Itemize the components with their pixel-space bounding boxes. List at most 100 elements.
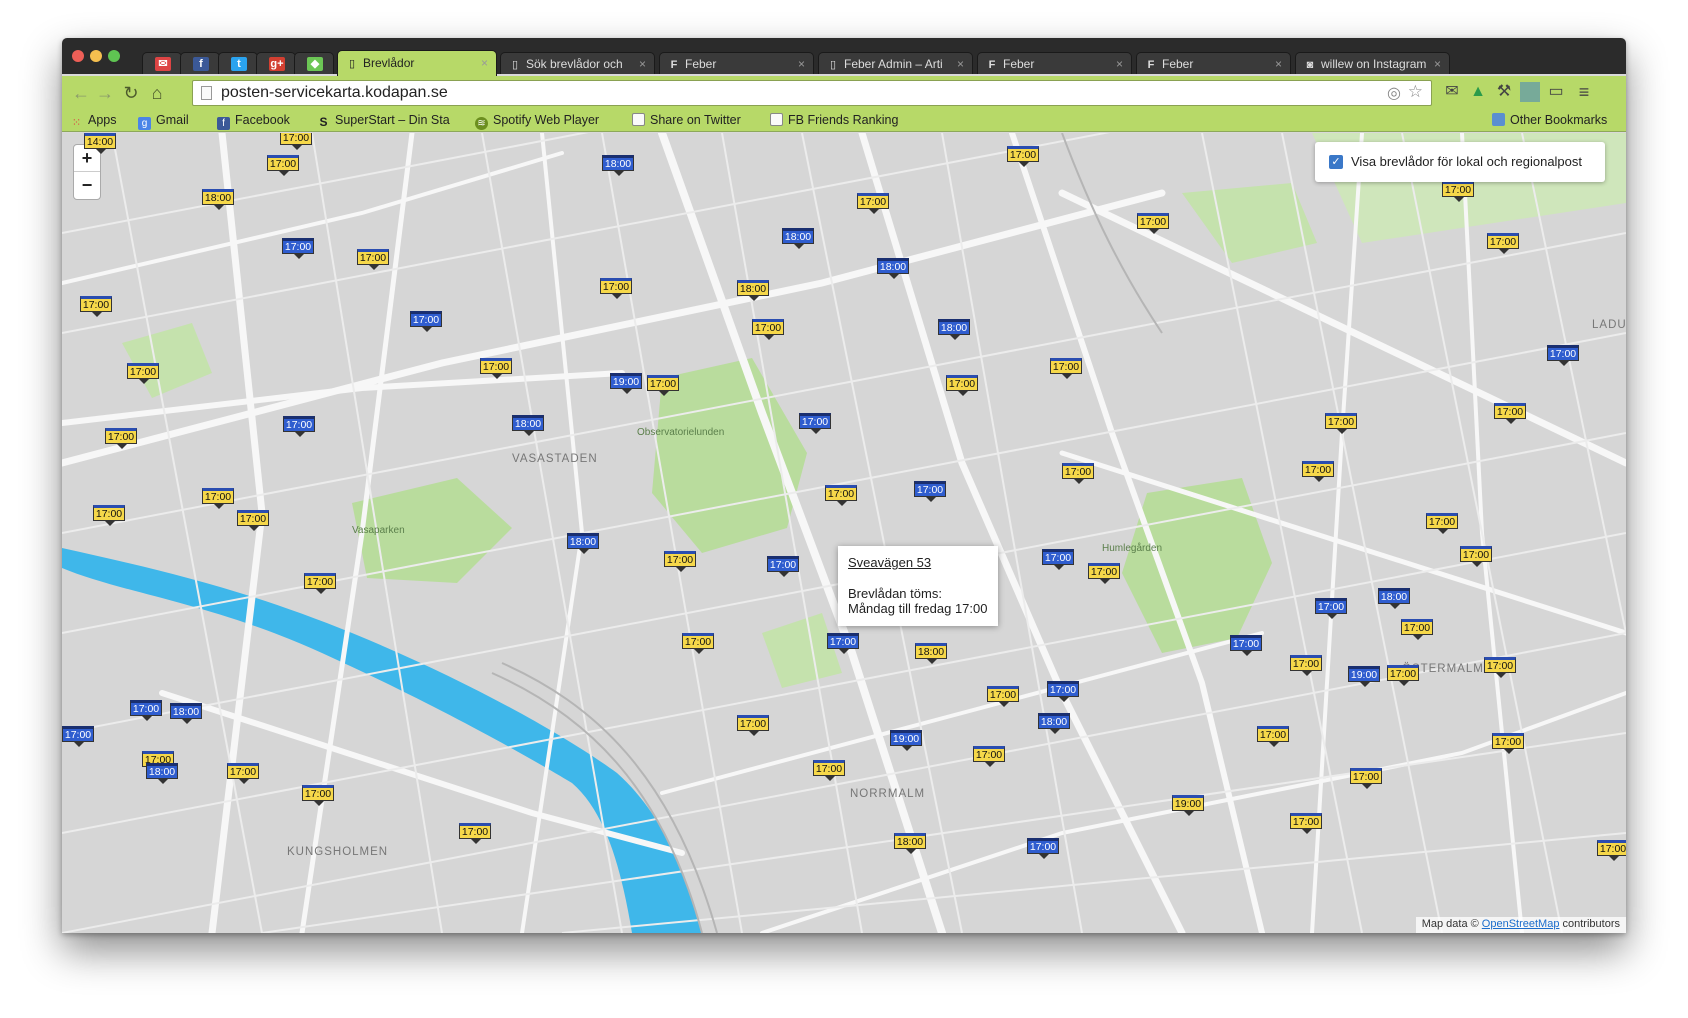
mailbox-marker[interactable]: 18:00 [602, 155, 634, 176]
mailbox-marker[interactable]: 17:00 [1350, 768, 1382, 789]
mailbox-marker[interactable]: 17:00 [80, 296, 112, 317]
minimize-window-button[interactable] [90, 50, 102, 62]
mailbox-marker[interactable]: 17:00 [410, 311, 442, 332]
mailbox-marker[interactable]: 17:00 [1047, 681, 1079, 702]
mailbox-marker[interactable]: 17:00 [827, 633, 859, 654]
tab-feber-admin[interactable]: ▯ Feber Admin – Arti × [818, 52, 973, 74]
mailbox-marker[interactable]: 18:00 [915, 643, 947, 664]
mailbox-marker[interactable]: 17:00 [987, 686, 1019, 707]
reload-icon[interactable]: ↻ [120, 82, 142, 104]
mailbox-marker[interactable]: 17:00 [357, 249, 389, 270]
tab-sok-brevlador[interactable]: ▯ Sök brevlådor och × [500, 52, 655, 74]
close-window-button[interactable] [72, 50, 84, 62]
close-tab-icon[interactable]: × [1275, 53, 1282, 74]
tab-instagram[interactable]: ◙ willew on Instagram × [1295, 52, 1450, 74]
address-bar[interactable]: posten-servicekarta.kodapan.se ◎ ☆ [192, 80, 1432, 106]
bookmark-fb-friends[interactable]: FB Friends Ranking [770, 113, 898, 127]
mailbox-marker[interactable]: 17:00 [664, 551, 696, 572]
forward-icon[interactable]: → [94, 82, 116, 104]
bookmark-facebook[interactable]: f Facebook [217, 113, 290, 130]
mailbox-marker[interactable]: 17:00 [1597, 840, 1626, 861]
bookmark-apps[interactable]: ⁙ Apps [70, 113, 117, 130]
mailbox-marker[interactable]: 17:00 [1325, 413, 1357, 434]
mailbox-marker[interactable]: 17:00 [1487, 233, 1519, 254]
mailbox-marker[interactable]: 17:00 [825, 485, 857, 506]
mailbox-marker[interactable]: 17:00 [1426, 513, 1458, 534]
mailbox-marker[interactable]: 17:00 [304, 573, 336, 594]
map-view[interactable]: VASASTADEN NORRMALM KUNGSHOLMEN ÖSTERMAL… [62, 133, 1626, 933]
mailbox-marker[interactable]: 17:00 [737, 715, 769, 736]
mailbox-marker[interactable]: 18:00 [567, 533, 599, 554]
mailbox-marker[interactable]: 17:00 [752, 319, 784, 340]
close-tab-icon[interactable]: × [1116, 53, 1123, 74]
mail-extension-icon[interactable]: ✉ [1442, 82, 1462, 102]
mailbox-marker[interactable]: 17:00 [914, 481, 946, 502]
mailbox-marker[interactable]: 18:00 [1378, 588, 1410, 609]
mailbox-marker[interactable]: 18:00 [1038, 713, 1070, 734]
bookmark-star-icon[interactable]: ☆ [1408, 82, 1423, 102]
mailbox-marker[interactable]: 17:00 [767, 556, 799, 577]
tab-feber-3[interactable]: F Feber × [1136, 52, 1291, 74]
mailbox-marker[interactable]: 17:00 [267, 155, 299, 176]
mailbox-marker[interactable]: 17:00 [1062, 463, 1094, 484]
mailbox-marker[interactable]: 17:00 [1257, 726, 1289, 747]
mailbox-marker[interactable]: 18:00 [170, 703, 202, 724]
mailbox-marker[interactable]: 17:00 [1027, 838, 1059, 859]
mailbox-marker[interactable]: 18:00 [877, 258, 909, 279]
menu-icon[interactable]: ≡ [1574, 82, 1594, 102]
close-tab-icon[interactable]: × [639, 53, 646, 74]
tab-feber-2[interactable]: F Feber × [977, 52, 1132, 74]
close-tab-icon[interactable]: × [481, 51, 488, 75]
back-icon[interactable]: ← [70, 82, 92, 104]
bookmark-gmail[interactable]: g Gmail [138, 113, 189, 130]
mailbox-marker[interactable]: 18:00 [938, 319, 970, 340]
pinned-tab-twitter[interactable]: t [218, 52, 258, 74]
other-bookmarks[interactable]: Other Bookmarks [1492, 113, 1607, 127]
mailbox-marker[interactable]: 17:00 [302, 785, 334, 806]
close-tab-icon[interactable]: × [1434, 53, 1441, 74]
mailbox-marker[interactable]: 17:00 [973, 746, 1005, 767]
mailbox-marker[interactable]: 17:00 [1484, 657, 1516, 678]
maximize-window-button[interactable] [108, 50, 120, 62]
mailbox-marker[interactable]: 17:00 [1290, 813, 1322, 834]
mailbox-marker[interactable]: 17:00 [1494, 403, 1526, 424]
mailbox-marker[interactable]: 17:00 [1137, 213, 1169, 234]
mailbox-marker[interactable]: 17:00 [93, 505, 125, 526]
mailbox-marker[interactable]: 18:00 [202, 189, 234, 210]
mailbox-marker[interactable]: 18:00 [512, 415, 544, 436]
mailbox-marker[interactable]: 17:00 [600, 278, 632, 299]
mailbox-marker[interactable]: 17:00 [1050, 358, 1082, 379]
bookmark-spotify[interactable]: ≋ Spotify Web Player [475, 113, 599, 130]
mailbox-marker[interactable]: 19:00 [1348, 666, 1380, 687]
mailbox-marker[interactable]: 17:00 [1230, 635, 1262, 656]
mailbox-marker[interactable]: 17:00 [127, 363, 159, 384]
mailbox-marker[interactable]: 17:00 [1460, 546, 1492, 567]
mailbox-marker[interactable]: 17:00 [1442, 181, 1474, 202]
mailbox-marker[interactable]: 17:00 [280, 133, 312, 150]
mailbox-marker[interactable]: 19:00 [610, 373, 642, 394]
home-icon[interactable]: ⌂ [146, 82, 168, 104]
mailbox-marker[interactable]: 17:00 [946, 375, 978, 396]
mailbox-marker[interactable]: 19:00 [1172, 795, 1204, 816]
location-icon[interactable]: ◎ [1387, 83, 1401, 103]
openstreetmap-link[interactable]: OpenStreetMap [1482, 918, 1560, 930]
mailbox-marker[interactable]: 19:00 [890, 730, 922, 751]
mailbox-marker[interactable]: 17:00 [1302, 461, 1334, 482]
extension-icon[interactable]: ⚒ [1494, 82, 1514, 102]
mailbox-marker[interactable]: 17:00 [799, 413, 831, 434]
pinned-tab-facebook[interactable]: f [180, 52, 220, 74]
cast-icon[interactable]: ▭ [1546, 82, 1566, 102]
mailbox-marker[interactable]: 17:00 [1042, 549, 1074, 570]
mailbox-marker[interactable]: 17:00 [130, 700, 162, 721]
tab-feber[interactable]: F Feber × [659, 52, 814, 74]
pinned-tab-google-plus[interactable]: g+ [256, 52, 296, 74]
mailbox-marker[interactable]: 17:00 [1492, 733, 1524, 754]
drive-extension-icon[interactable]: ▲ [1468, 82, 1488, 102]
layer-checkbox[interactable]: ✓ [1329, 155, 1343, 169]
mailbox-marker[interactable]: 17:00 [283, 416, 315, 437]
mailbox-marker[interactable]: 17:00 [1007, 146, 1039, 167]
close-tab-icon[interactable]: × [798, 53, 805, 74]
pinned-tab-gmail[interactable]: ✉ [142, 52, 182, 74]
mailbox-marker[interactable]: 17:00 [202, 488, 234, 509]
close-tab-icon[interactable]: × [957, 53, 964, 74]
